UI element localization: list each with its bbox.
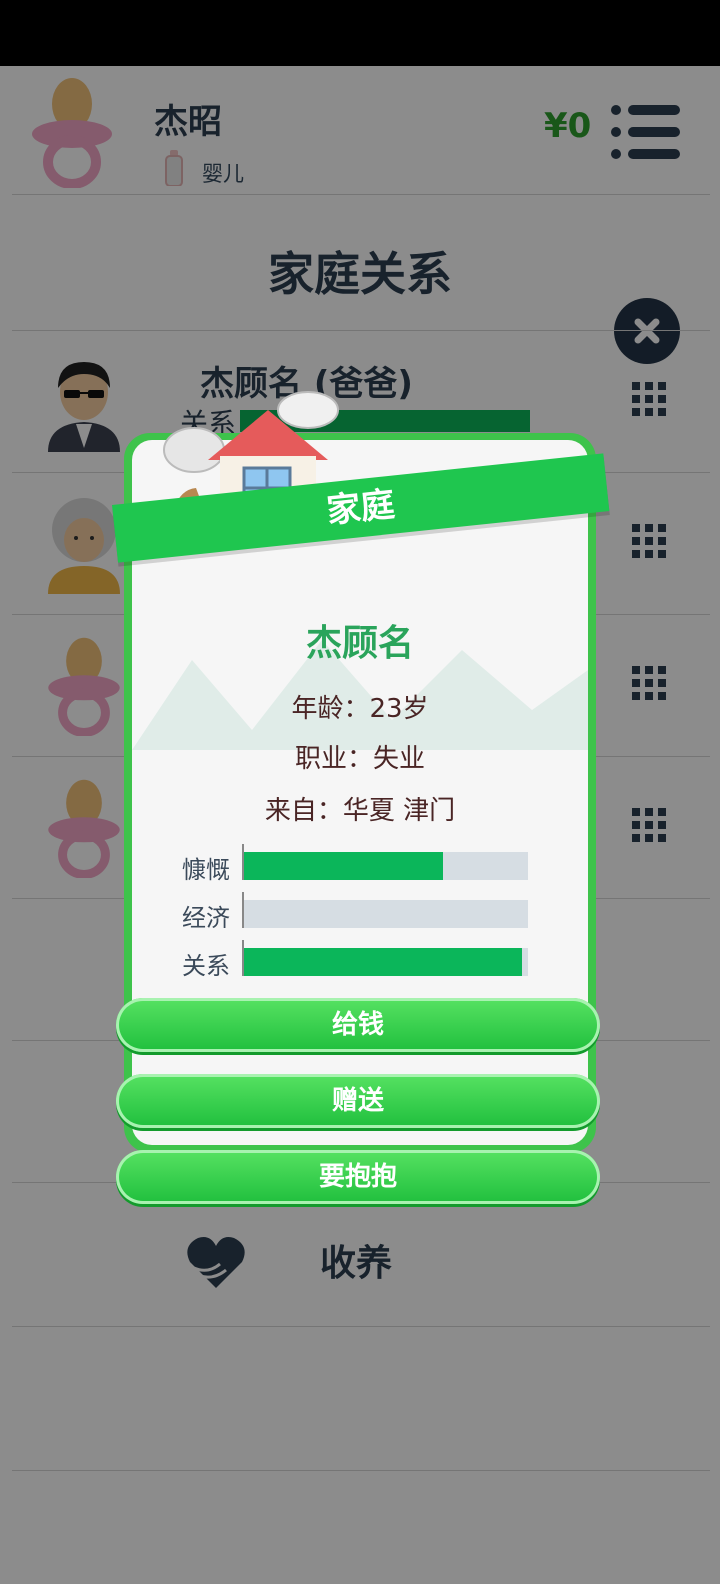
age-line: 年龄：23岁 (291, 694, 429, 724)
stat-bar-relationship (244, 948, 528, 976)
stat-fill-generosity (244, 852, 443, 880)
ask-hug-button[interactable]: 要抱抱 (116, 1150, 600, 1204)
stat-bar-economy (244, 900, 528, 928)
stat-fill-relationship (244, 948, 523, 976)
job-line: 职业：失业 (294, 744, 425, 774)
give-gift-button[interactable]: 赠送 (116, 1074, 600, 1128)
stat-label-generosity: 慷慨 (182, 856, 230, 884)
give-money-button[interactable]: 给钱 (116, 998, 600, 1052)
dialog-person-name: 杰顾名 (305, 623, 414, 664)
stat-label-relationship: 关系 (182, 952, 230, 980)
status-bar (0, 0, 720, 66)
stat-label-economy: 经济 (182, 904, 230, 932)
origin-line: 来自：华夏 津门 (264, 796, 456, 826)
stat-bar-generosity (244, 852, 528, 880)
